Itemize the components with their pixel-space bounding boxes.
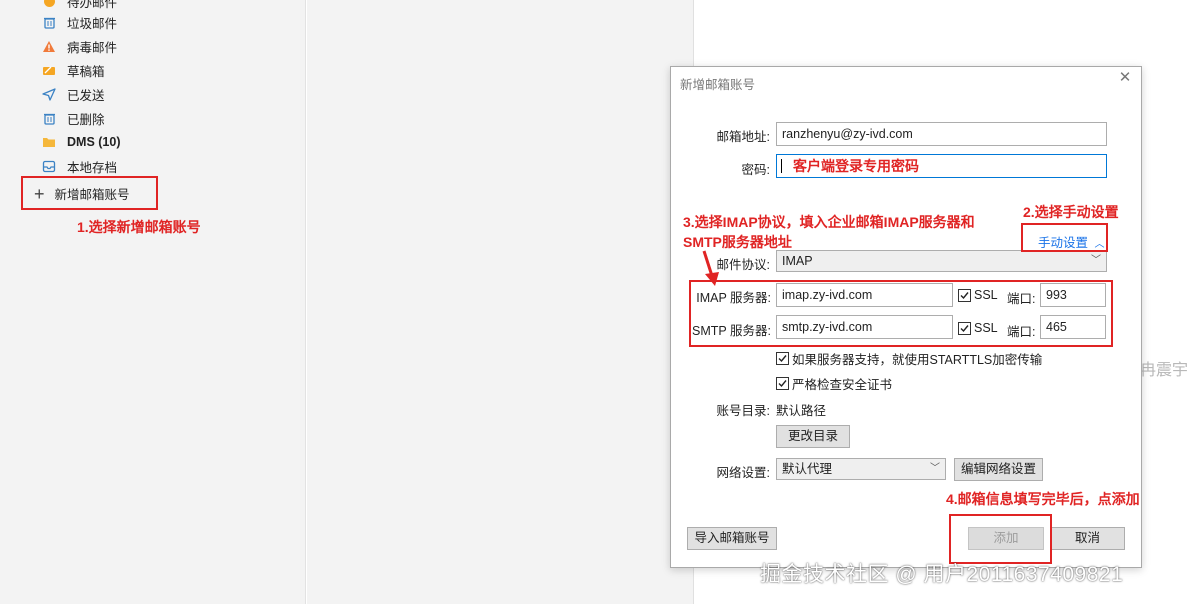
strict-cert-label: 严格检查安全证书: [792, 378, 893, 392]
strict-cert-checkbox[interactable]: 严格检查安全证书: [776, 374, 892, 393]
sidebar-item-label: 本地存档: [67, 160, 118, 175]
account-dir-value: 默认路径: [776, 404, 827, 418]
sidebar: 待办邮件 垃圾邮件 病毒邮件 草稿箱 已发送 已删除 DMS (10) 本地存档…: [0, 0, 306, 604]
sidebar-item-todo[interactable]: 待办邮件: [42, 0, 117, 11]
send-icon: [42, 87, 56, 101]
annotation-step4: 4.邮箱信息填写完毕后，点添加: [946, 491, 1140, 507]
email-label: 邮箱地址:: [716, 130, 770, 144]
annotation-step3-line1: 3.选择IMAP协议，填入企业邮箱IMAP服务器和: [683, 214, 975, 230]
edit-network-button[interactable]: 编辑网络设置: [954, 458, 1043, 481]
sidebar-item-label: 待办邮件: [67, 0, 118, 10]
email-field[interactable]: ranzhenyu@zy-ivd.com: [776, 122, 1107, 146]
starttls-label: 如果服务器支持，就使用STARTTLS加密传输: [792, 353, 1043, 367]
password-label: 密码:: [741, 163, 770, 177]
chevron-down-icon: ﹀: [930, 463, 940, 474]
highlight-manual-settings: [1021, 223, 1108, 252]
change-dir-button[interactable]: 更改目录: [776, 425, 850, 448]
network-label: 网络设置:: [716, 466, 770, 480]
todo-icon: [42, 0, 56, 8]
network-select[interactable]: 默认代理 ﹀: [776, 458, 946, 480]
folder-icon: [42, 135, 56, 149]
sidebar-item-drafts[interactable]: 草稿箱: [42, 60, 105, 80]
archive-icon: [42, 159, 56, 173]
sidebar-item-label: 垃圾邮件: [67, 16, 118, 31]
import-account-button[interactable]: 导入邮箱账号: [687, 527, 777, 550]
warning-icon: [42, 39, 56, 53]
annotation-step2: 2.选择手动设置: [1023, 204, 1119, 220]
starttls-checkbox[interactable]: 如果服务器支持，就使用STARTTLS加密传输: [776, 349, 1042, 368]
trash-icon: [42, 15, 56, 29]
dialog-title: 新增邮箱账号: [680, 78, 756, 92]
message-list-pane: [307, 0, 694, 604]
sidebar-item-dms[interactable]: DMS (10): [42, 132, 120, 152]
highlight-add-account: [21, 176, 158, 210]
watermark: 掘金技术社区 @ 用户2011637409821: [760, 563, 1124, 586]
sidebar-item-label: 已删除: [67, 112, 105, 127]
sidebar-item-label: 草稿箱: [67, 64, 105, 79]
sidebar-item-label: 已发送: [67, 88, 105, 103]
deleted-icon: [42, 111, 56, 125]
network-value: 默认代理: [782, 462, 833, 476]
background-text: 冉震宇: [1140, 362, 1189, 379]
sidebar-item-deleted[interactable]: 已删除: [42, 108, 105, 128]
sidebar-item-label: DMS (10): [67, 135, 121, 149]
close-icon[interactable]: ✕: [1117, 70, 1133, 86]
account-dir-label: 账号目录:: [716, 404, 770, 418]
text-cursor: [781, 159, 782, 173]
highlight-add-button: [949, 514, 1052, 564]
checkbox-checked-icon: [776, 377, 789, 390]
chevron-down-icon: ﹀: [1091, 255, 1101, 266]
password-field[interactable]: 客户端登录专用密码: [776, 154, 1107, 178]
highlight-server-settings: [689, 280, 1113, 347]
sidebar-item-spam[interactable]: 垃圾邮件: [42, 12, 117, 32]
checkbox-checked-icon: [776, 352, 789, 365]
cancel-button[interactable]: 取消: [1050, 527, 1125, 550]
sidebar-item-archive[interactable]: 本地存档: [42, 156, 117, 176]
sidebar-item-virus[interactable]: 病毒邮件: [42, 36, 117, 56]
sidebar-item-label: 病毒邮件: [67, 40, 118, 55]
protocol-select[interactable]: IMAP ﹀: [776, 250, 1107, 272]
annotation-step1: 1.选择新增邮箱账号: [77, 219, 201, 235]
protocol-value: IMAP: [782, 254, 813, 268]
draft-icon: [42, 63, 56, 77]
sidebar-item-sent[interactable]: 已发送: [42, 84, 105, 104]
